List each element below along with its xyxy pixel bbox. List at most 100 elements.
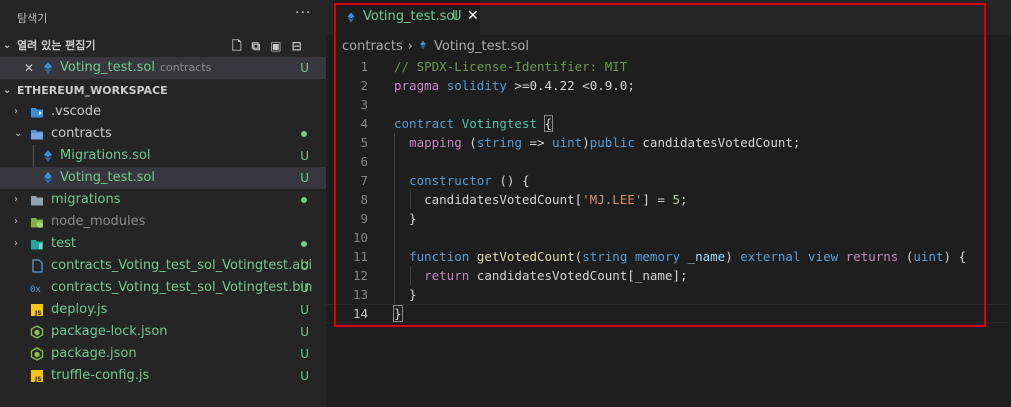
chevron-down-icon: ⌄	[3, 40, 12, 51]
collapse-all-icon[interactable]: ⊟	[292, 39, 312, 53]
svg-text:JS: JS	[34, 310, 42, 317]
tree-item-package-lock-json[interactable]: package-lock.json U	[0, 321, 326, 343]
line-number: 13	[352, 287, 368, 302]
javascript-file-icon: JS	[31, 370, 43, 383]
tab-label: Voting_test.sol	[363, 9, 458, 24]
line-number: 2	[360, 78, 368, 93]
workspace-section[interactable]: ⌄ ETHEREUM_WORKSPACE	[0, 80, 326, 102]
save-all-icon[interactable]: ▣	[270, 39, 291, 53]
open-editor-item[interactable]: ✕ Voting_test.sol contracts U	[0, 57, 326, 79]
tree-item-label: migrations	[51, 192, 121, 207]
tree-item-label: Voting_test.sol	[60, 170, 155, 185]
tree-item-label: package.json	[51, 346, 137, 361]
tree-item-test[interactable]: › test	[0, 233, 326, 255]
line-number: 11	[352, 249, 368, 264]
tree-item-node-modules[interactable]: › node_modules	[0, 211, 326, 233]
tab-git-status: U	[452, 9, 462, 24]
solidity-file-icon	[44, 172, 52, 184]
tree-item-label: package-lock.json	[51, 324, 168, 339]
code-line-13: }	[394, 287, 417, 302]
code-editor: Voting_test.sol U ✕ contracts › Voting_tes…	[326, 0, 1011, 407]
solidity-file-icon	[420, 40, 426, 50]
line-number: 3	[360, 97, 368, 112]
line-number: 14	[352, 306, 368, 321]
chevron-right-icon: ›	[407, 39, 413, 54]
code-line-14: }	[393, 305, 403, 322]
chevron-right-icon: ›	[14, 106, 18, 117]
svg-text:JS: JS	[34, 376, 42, 383]
current-line-highlight	[326, 304, 1011, 323]
folder-icon	[31, 196, 43, 206]
tree-item-contracts[interactable]: ⌄ contracts	[0, 123, 326, 145]
tab-voting-test-sol[interactable]: Voting_test.sol U ✕	[333, 0, 480, 35]
tree-item-label: deploy.js	[51, 302, 108, 317]
tree-item-label: contracts_Voting_test_sol_Votingtest.bin	[51, 280, 313, 295]
modified-dot	[301, 241, 307, 247]
breadcrumb-folder[interactable]: contracts	[342, 39, 403, 54]
git-status-badge: U	[300, 303, 309, 317]
tree-item-vscode[interactable]: › .vscode	[0, 101, 326, 123]
git-status-badge: U	[300, 281, 309, 295]
tree-item-label: .vscode	[51, 104, 101, 119]
tree-item-deploy-js[interactable]: JS deploy.js U	[0, 299, 326, 321]
code-line-8: candidatesVotedCount['MJ.LEE'] = 5;	[394, 192, 688, 207]
tree-item-label: Migrations.sol	[60, 148, 151, 163]
new-file-icon[interactable]: 🗋	[232, 39, 252, 53]
tree-item-migrations-sol[interactable]: Migrations.sol U	[0, 145, 326, 167]
code-line-9: }	[394, 211, 417, 226]
solidity-file-icon	[44, 62, 52, 74]
code-line-1: // SPDX-License-Identifier: MIT	[394, 59, 628, 74]
more-actions-button[interactable]: ···	[295, 5, 311, 21]
tree-item-label: contracts_Voting_test_sol_Votingtest.abi	[51, 258, 313, 273]
chevron-right-icon: ›	[14, 238, 18, 249]
explorer-title: 탐색기	[17, 12, 48, 25]
line-number: 1	[360, 59, 368, 74]
tree-item-label: test	[51, 236, 76, 251]
close-editor-icon[interactable]: ✕	[24, 57, 34, 79]
explorer-header: 탐색기 ···	[0, 0, 326, 35]
git-status-badge: U	[300, 149, 309, 163]
line-number: 6	[360, 154, 368, 169]
npm-package-icon	[30, 347, 44, 361]
tree-item-migrations[interactable]: › migrations	[0, 189, 326, 211]
tree-item-truffle-config-js[interactable]: JS truffle-config.js U	[0, 365, 326, 387]
node-folder-icon	[31, 218, 43, 228]
explorer-sidebar: 탐색기 ··· ⌄ 열려 있는 편집기 🗋⧉▣⊟ ✕ Voting_test.s…	[0, 0, 326, 407]
git-status-badge: U	[300, 171, 309, 185]
new-folder-icon[interactable]: ⧉	[252, 39, 271, 53]
solidity-file-icon	[44, 150, 52, 162]
chevron-down-icon: ⌄	[14, 128, 23, 139]
file-icon	[32, 259, 43, 273]
modified-dot	[301, 197, 307, 203]
tree-item-abi-file[interactable]: contracts_Voting_test_sol_Votingtest.abi…	[0, 255, 326, 277]
tree-item-bin-file[interactable]: 0x contracts_Voting_test_sol_Votingtest.…	[0, 277, 326, 299]
tree-item-voting-test-sol[interactable]: Voting_test.sol U	[0, 167, 326, 189]
tree-item-package-json[interactable]: package.json U	[0, 343, 326, 365]
javascript-file-icon: JS	[31, 304, 43, 317]
tree-item-label: contracts	[51, 126, 112, 141]
open-editors-section[interactable]: ⌄ 열려 있는 편집기 🗋⧉▣⊟	[0, 35, 326, 57]
code-line-4: contract Votingtest {	[394, 115, 554, 132]
git-status-badge: U	[300, 347, 309, 361]
code-line-7: constructor () {	[409, 173, 530, 188]
breadcrumb-file[interactable]: Voting_test.sol	[434, 39, 529, 54]
modified-dot	[301, 131, 307, 137]
open-editors-actions: 🗋⧉▣⊟	[232, 35, 312, 57]
git-status-badge: U	[300, 369, 309, 383]
open-editor-folder: contracts	[159, 61, 212, 74]
svg-text:0x: 0x	[30, 285, 41, 295]
line-number: 8	[360, 192, 368, 207]
tree-item-label: node_modules	[51, 214, 146, 229]
git-status-badge: U	[300, 325, 309, 339]
chevron-right-icon: ›	[14, 216, 18, 227]
binary-file-icon: 0x	[30, 285, 41, 295]
solidity-file-icon	[347, 12, 355, 23]
chevron-down-icon: ⌄	[3, 85, 12, 96]
tree-item-label: truffle-config.js	[51, 368, 150, 383]
open-editor-filename: Voting_test.sol	[60, 60, 155, 75]
line-number: 9	[360, 211, 368, 226]
code-line-5: mapping (string => uint)public candidate…	[409, 135, 801, 150]
test-folder-icon	[31, 240, 43, 250]
close-tab-icon[interactable]: ✕	[467, 8, 479, 24]
git-status-badge: U	[300, 61, 309, 75]
